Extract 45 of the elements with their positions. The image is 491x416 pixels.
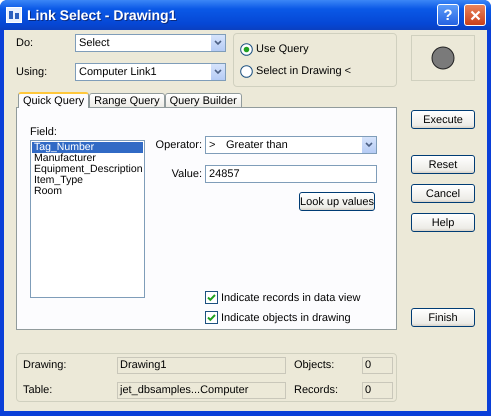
value-field[interactable]: 24857 [205,165,377,183]
help-button[interactable]: ? [437,4,459,26]
field-label: Objects: [294,359,336,371]
count-field: 0 [362,356,393,374]
field-label: Field: [30,126,58,138]
execute-button[interactable]: Execute [411,110,475,129]
radio-button[interactable] [240,64,253,78]
tab[interactable]: Quick Query [18,92,90,108]
operator-dropdown[interactable]: > Greater than [205,136,377,154]
field-label: Operator: [156,139,202,151]
field-label: Table: [23,384,54,396]
circle-icon [431,46,455,70]
look-up-values-button[interactable]: Look up values [299,192,375,211]
field-label: Value: [172,168,202,180]
dialog-button[interactable]: Help [411,213,475,232]
count-field: 0 [362,382,393,398]
close-button[interactable] [464,4,486,26]
list-item[interactable]: Tag_Number [32,142,143,153]
readonly-field: Drawing1 [117,356,286,374]
field-label: Using: [16,66,48,78]
list-item[interactable]: Room [32,186,143,197]
checkbox-label: Indicate records in data view [221,292,360,304]
list-item[interactable]: Manufacturer [32,153,143,164]
app-icon [6,7,22,23]
list-item[interactable]: Equipment_Description [32,164,143,175]
dialog-button[interactable]: Cancel [411,184,475,203]
radio-button[interactable] [240,42,253,56]
radio-label: Select in Drawing < [256,65,352,77]
field-label: Do: [16,37,34,49]
checkbox-label: Indicate objects in drawing [221,312,351,324]
window-title: Link Select - Drawing1 [27,7,178,23]
finish-button[interactable]: Finish [411,308,475,327]
radio-label: Use Query [256,43,309,55]
list-item[interactable]: Item_Type [32,175,143,186]
checkbox[interactable] [205,311,218,324]
dropdown[interactable]: Select [75,34,226,52]
readonly-field: jet_dbsamples...Computer [117,382,286,398]
checkbox[interactable] [205,291,218,304]
dialog-button[interactable]: Reset [411,155,475,174]
dropdown[interactable]: Computer Link1 [75,63,226,81]
field-label: Drawing: [23,359,68,371]
tab[interactable]: Range Query [89,93,165,107]
tab[interactable]: Query Builder [164,93,242,107]
field-label: Records: [294,384,340,396]
close-icon [470,10,480,20]
